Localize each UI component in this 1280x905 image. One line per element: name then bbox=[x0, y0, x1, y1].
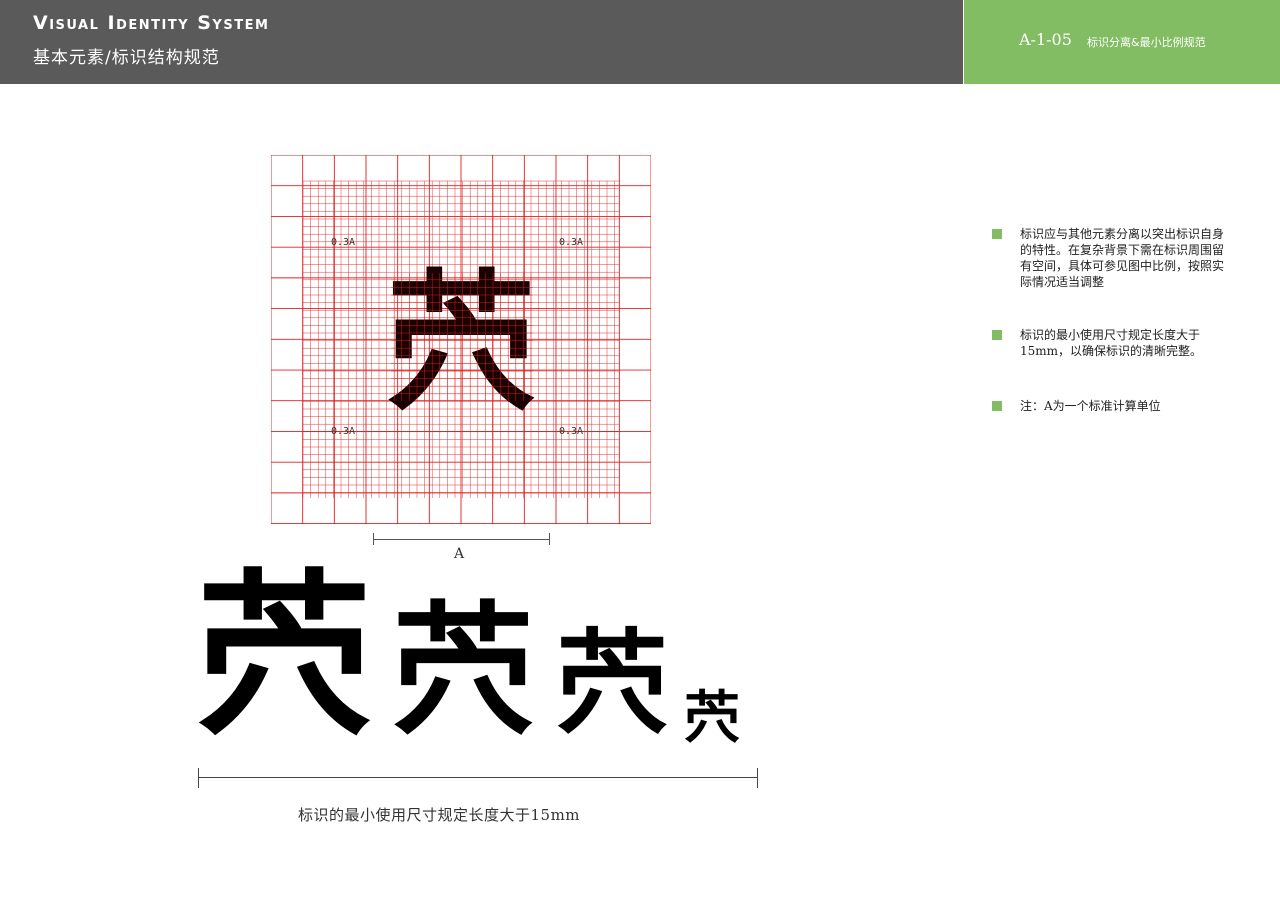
corner-label-bottom-right: 0.3A bbox=[559, 426, 584, 437]
header-bar: Visual Identity System 基本元素/标识结构规范 bbox=[0, 0, 963, 84]
grid-logo-glyph: 茓 bbox=[386, 255, 536, 431]
note-text: 标识的最小使用尺寸规定长度大于15mm，以确保标识的清晰完整。 bbox=[1020, 328, 1203, 358]
dimension-a-marker bbox=[373, 533, 550, 545]
note-text: 标识应与其他元素分离以突出标识自身的特性。在复杂背景下需在标识周围留有空间，具体… bbox=[1020, 227, 1225, 289]
corner-label-top-right: 0.3A bbox=[559, 237, 584, 248]
corner-label-top-left: 0.3A bbox=[331, 237, 356, 248]
green-square-bullet-icon bbox=[992, 401, 1002, 411]
green-square-bullet-icon bbox=[992, 229, 1002, 239]
corner-label-bottom-left: 0.3A bbox=[331, 426, 356, 437]
section-title: 标识分离&最小比例规范 bbox=[1087, 36, 1206, 49]
min-size-caption: 标识的最小使用尺寸规定长度大于15mm bbox=[298, 806, 581, 824]
notes-panel: 标识应与其他元素分离以突出标识自身的特性。在复杂背景下需在标识周围留有空间，具体… bbox=[992, 226, 1232, 414]
note-item: 注：A为一个标准计算单位 bbox=[992, 398, 1232, 414]
dimension-a-label: A bbox=[454, 546, 465, 562]
note-text: 注：A为一个标准计算单位 bbox=[1020, 399, 1161, 413]
section-code: A-1-05 bbox=[1019, 30, 1072, 49]
section-code-box: A-1-05 标识分离&最小比例规范 bbox=[964, 0, 1280, 84]
note-item: 标识应与其他元素分离以突出标识自身的特性。在复杂背景下需在标识周围留有空间，具体… bbox=[992, 226, 1232, 290]
page-title: Visual Identity System bbox=[33, 12, 270, 34]
logo-sample-xl: 茓 bbox=[196, 552, 373, 759]
logo-sample-md: 茓 bbox=[556, 618, 668, 749]
min-size-dimension-line bbox=[198, 768, 758, 788]
logo-sample-lg: 茓 bbox=[392, 588, 534, 754]
logo-isolation-grid: 茓 bbox=[271, 155, 651, 524]
note-item: 标识的最小使用尺寸规定长度大于15mm，以确保标识的清晰完整。 bbox=[992, 327, 1232, 359]
page-subtitle: 基本元素/标识结构规范 bbox=[33, 48, 220, 68]
green-square-bullet-icon bbox=[992, 330, 1002, 340]
logo-sample-sm: 茓 bbox=[684, 685, 740, 751]
